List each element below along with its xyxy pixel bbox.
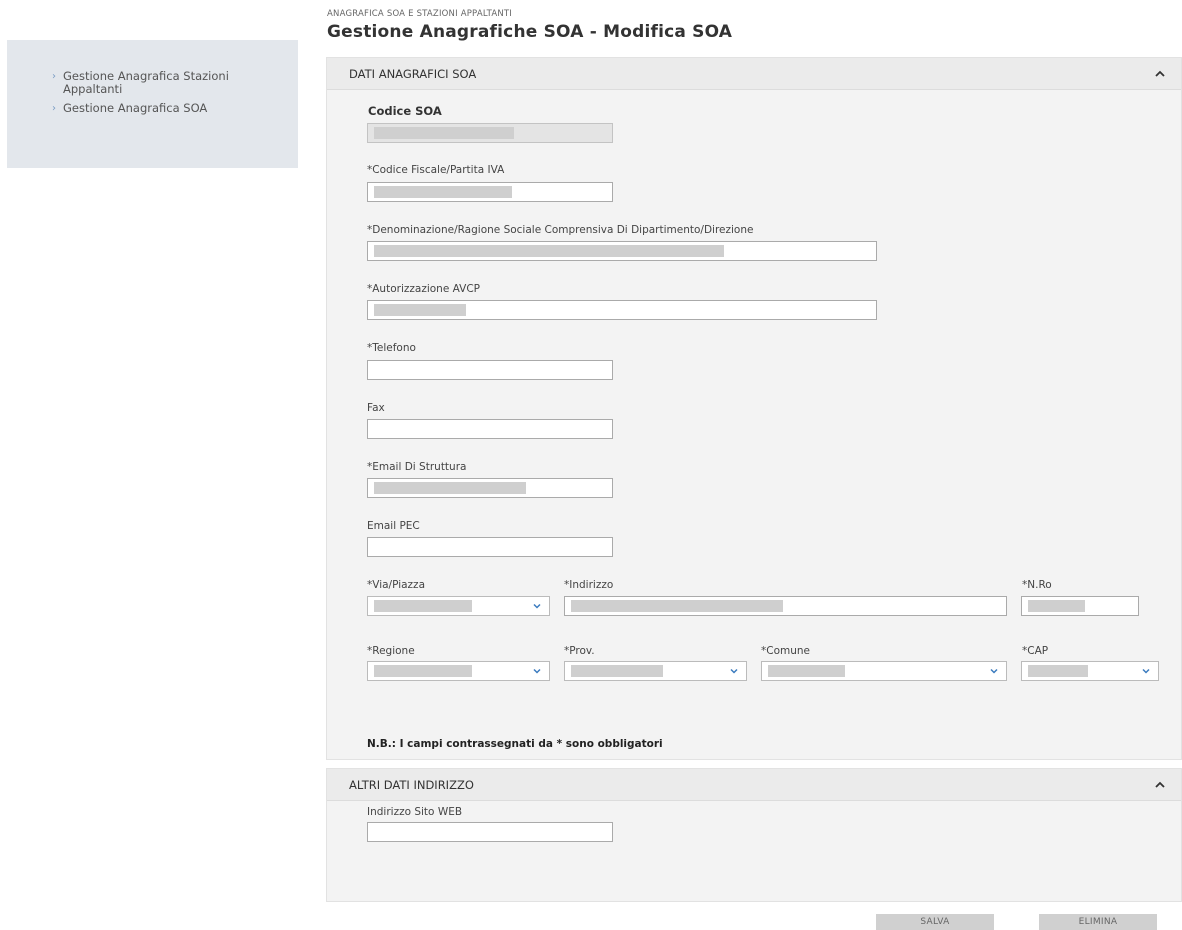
autorizzazione-label: *Autorizzazione AVCP bbox=[367, 283, 480, 295]
panel-dati-anagrafici: DATI ANAGRAFICI SOA bbox=[326, 57, 1182, 760]
panel-header-altri-dati[interactable]: ALTRI DATI INDIRIZZO bbox=[327, 769, 1181, 801]
denominazione-label: *Denominazione/Ragione Sociale Comprensi… bbox=[367, 224, 754, 236]
sito-web-label: Indirizzo Sito WEB bbox=[367, 806, 463, 818]
prov-label: *Prov. bbox=[564, 645, 595, 657]
panel-title: DATI ANAGRAFICI SOA bbox=[349, 66, 477, 81]
autorizzazione-field[interactable] bbox=[367, 300, 877, 320]
comune-label: *Comune bbox=[761, 645, 811, 657]
telefono-field[interactable] bbox=[367, 360, 613, 380]
chevron-down-icon bbox=[730, 668, 738, 674]
telefono-label: *Telefono bbox=[367, 342, 416, 354]
email-struttura-label: *Email Di Struttura bbox=[367, 461, 467, 473]
regione-label: *Regione bbox=[367, 645, 415, 657]
codice-fiscale-label: *Codice Fiscale/Partita IVA bbox=[367, 164, 505, 176]
chevron-right-icon: › bbox=[52, 71, 56, 82]
fax-field[interactable] bbox=[367, 419, 613, 439]
redacted-value bbox=[374, 665, 472, 677]
via-piazza-select[interactable] bbox=[367, 596, 550, 616]
redacted-value bbox=[571, 665, 663, 677]
codice-soa-field bbox=[367, 123, 613, 143]
redacted-value bbox=[1028, 665, 1088, 677]
chevron-up-icon[interactable] bbox=[1153, 69, 1167, 79]
redacted-value bbox=[374, 186, 512, 198]
redacted-value bbox=[571, 600, 783, 612]
regione-select[interactable] bbox=[367, 661, 550, 681]
sidebar: › Gestione Anagrafica Stazioni Appaltant… bbox=[7, 40, 298, 168]
chevron-down-icon bbox=[990, 668, 998, 674]
mandatory-fields-note: N.B.: I campi contrassegnati da * sono o… bbox=[367, 738, 663, 750]
panel-header-dati-anagrafici[interactable]: DATI ANAGRAFICI SOA bbox=[327, 58, 1181, 90]
chevron-down-icon bbox=[533, 603, 541, 609]
indirizzo-label: *Indirizzo bbox=[564, 579, 614, 591]
indirizzo-field[interactable] bbox=[564, 596, 1007, 616]
cap-select[interactable] bbox=[1021, 661, 1159, 681]
fax-label: Fax bbox=[367, 402, 385, 414]
sidebar-item-soa[interactable]: › Gestione Anagrafica SOA bbox=[7, 102, 298, 115]
chevron-right-icon: › bbox=[52, 103, 56, 114]
redacted-value bbox=[374, 304, 466, 316]
email-pec-label: Email PEC bbox=[367, 520, 420, 532]
save-button[interactable]: SALVA bbox=[876, 914, 994, 930]
via-piazza-label: *Via/Piazza bbox=[367, 579, 426, 591]
email-struttura-field[interactable] bbox=[367, 478, 613, 498]
comune-select[interactable] bbox=[761, 661, 1007, 681]
chevron-down-icon bbox=[1142, 668, 1150, 674]
redacted-value bbox=[1028, 600, 1085, 612]
chevron-down-icon bbox=[533, 668, 541, 674]
panel-title: ALTRI DATI INDIRIZZO bbox=[349, 777, 474, 792]
codice-soa-label: Codice SOA bbox=[368, 104, 442, 118]
delete-button[interactable]: ELIMINA bbox=[1039, 914, 1157, 930]
codice-fiscale-field[interactable] bbox=[367, 182, 613, 202]
page-title: Gestione Anagrafiche SOA - Modifica SOA bbox=[327, 22, 733, 42]
cap-label: *CAP bbox=[1022, 645, 1049, 657]
redacted-value bbox=[374, 245, 724, 257]
redacted-value bbox=[374, 127, 514, 139]
sidebar-item-label: Gestione Anagrafica SOA bbox=[63, 101, 208, 115]
email-pec-field[interactable] bbox=[367, 537, 613, 557]
redacted-value bbox=[768, 665, 845, 677]
n-ro-label: *N.Ro bbox=[1022, 579, 1052, 591]
denominazione-field[interactable] bbox=[367, 241, 877, 261]
redacted-value bbox=[374, 482, 526, 494]
n-ro-field[interactable] bbox=[1021, 596, 1139, 616]
redacted-value bbox=[374, 600, 472, 612]
chevron-up-icon[interactable] bbox=[1153, 780, 1167, 790]
sidebar-item-label: Gestione Anagrafica Stazioni Appaltanti bbox=[63, 69, 229, 96]
sidebar-item-stazioni-appaltanti[interactable]: › Gestione Anagrafica Stazioni Appaltant… bbox=[7, 70, 298, 96]
prov-select[interactable] bbox=[564, 661, 747, 681]
breadcrumb: ANAGRAFICA SOA E STAZIONI APPALTANTI bbox=[327, 9, 513, 19]
sito-web-field[interactable] bbox=[367, 822, 613, 842]
